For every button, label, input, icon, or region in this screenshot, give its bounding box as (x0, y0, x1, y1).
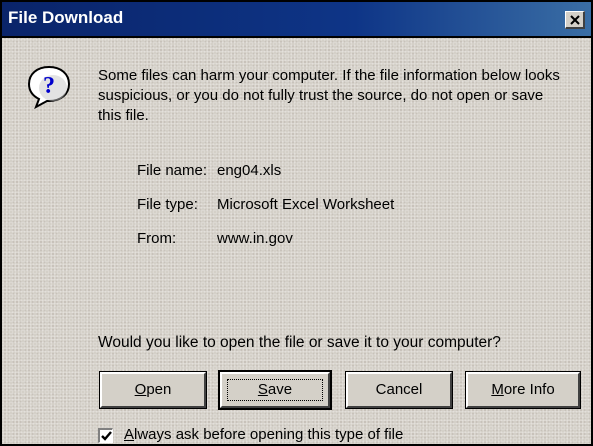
more-info-label: ore Info (503, 381, 555, 398)
save-button[interactable]: Save (218, 370, 332, 410)
cancel-button[interactable]: Cancel (345, 371, 453, 409)
warning-message: Some files can harm your computer. If th… (98, 67, 560, 124)
always-ask-label: Always ask before opening this type of f… (124, 426, 403, 443)
open-button[interactable]: Open (99, 371, 207, 409)
checkmark-icon (101, 431, 112, 441)
file-type-value: Microsoft Excel Worksheet (217, 196, 395, 213)
open-or-save-prompt: Would you like to open the file or save … (98, 334, 501, 351)
more-info-accel: M (491, 381, 504, 398)
file-source-value: www.in.gov (217, 230, 293, 247)
file-type-label: File type: (137, 196, 198, 213)
focus-ring (227, 379, 323, 401)
title-bar[interactable]: File Download (2, 2, 591, 38)
file-name-label: File name: (137, 162, 208, 179)
close-icon (569, 15, 580, 25)
always-ask-checkbox[interactable] (98, 428, 113, 443)
close-button[interactable] (565, 11, 585, 29)
always-ask-accel: A (124, 426, 135, 443)
always-ask-text: lways ask before opening this type of fi… (134, 426, 404, 443)
file-download-dialog: File Download ? Some files can harm your… (0, 0, 593, 446)
question-icon: ? (27, 65, 71, 110)
file-source-label: From: (137, 230, 177, 247)
window-title: File Download (8, 8, 124, 27)
file-name-value: eng04.xls (217, 162, 282, 179)
open-accel: O (134, 381, 147, 398)
svg-text:?: ? (43, 73, 55, 99)
open-label: pen (146, 381, 172, 398)
more-info-button[interactable]: More Info (465, 371, 581, 409)
